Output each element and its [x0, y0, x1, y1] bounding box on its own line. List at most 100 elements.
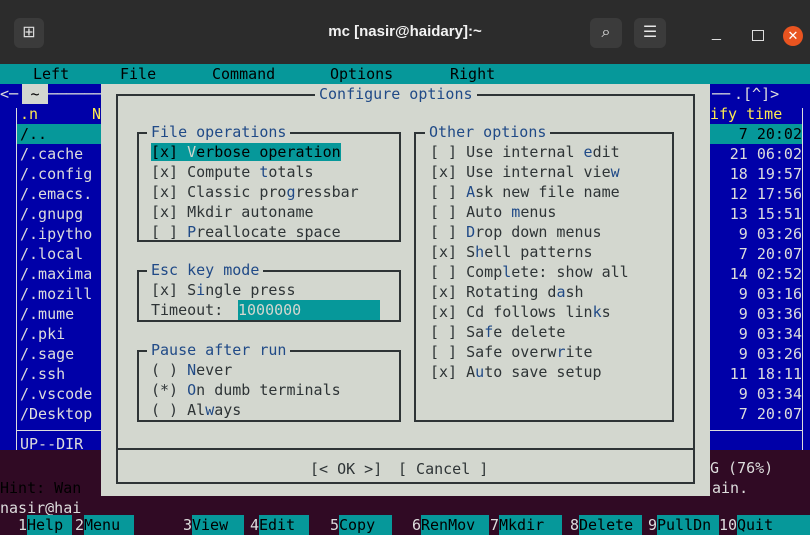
safe-overwrite-checkbox[interactable]: [ ] Safe overwrite — [430, 342, 593, 362]
list-item[interactable]: 7 20:07 — [739, 244, 802, 264]
cancel-button[interactable]: [ Cancel ] — [398, 459, 488, 479]
list-item[interactable]: /.cache — [20, 144, 83, 164]
fkey-view[interactable]: View — [192, 515, 244, 535]
list-item[interactable]: 9 03:26 — [739, 344, 802, 364]
fkey-copy[interactable]: Copy — [339, 515, 392, 535]
right-panel-corner[interactable]: .[^]> — [734, 84, 779, 104]
list-item[interactable]: 7 20:02 — [739, 124, 802, 144]
timeout-input[interactable]: 1000000 — [238, 300, 380, 320]
pause-never-radio[interactable]: ( ) Never — [151, 360, 232, 380]
pause-dumb-terminals-radio[interactable]: (*) On dumb terminals — [151, 380, 341, 400]
classic-progressbar-checkbox[interactable]: [x] Classic progressbar — [151, 182, 359, 202]
list-item[interactable]: /.sage — [20, 344, 74, 364]
compute-totals-checkbox[interactable]: [x] Compute totals — [151, 162, 314, 182]
configure-options-dialog: Configure options File operations [x] Ve… — [101, 84, 710, 496]
menu-right[interactable]: Right — [450, 64, 495, 84]
list-item[interactable]: 7 20:07 — [739, 404, 802, 424]
pause-always-radio[interactable]: ( ) Always — [151, 400, 241, 420]
minimize-button[interactable]: _ — [712, 24, 721, 41]
ok-button[interactable]: [< OK >] — [310, 459, 382, 479]
fkey-menu[interactable]: Menu — [84, 515, 134, 535]
fkey-8-number: 8 — [570, 515, 580, 535]
fkey-7-number: 7 — [490, 515, 500, 535]
auto-menus-checkbox[interactable]: [ ] Auto menus — [430, 202, 556, 222]
list-item[interactable]: 13 15:51 — [730, 204, 802, 224]
list-item[interactable]: 21 06:02 — [730, 144, 802, 164]
shell-patterns-checkbox[interactable]: [x] Shell patterns — [430, 242, 593, 262]
dialog-separator — [116, 448, 695, 450]
fkey-quit[interactable]: Quit — [737, 515, 810, 535]
list-item[interactable]: /.mozill — [20, 284, 92, 304]
list-item[interactable]: /.ssh — [20, 364, 65, 384]
list-item[interactable]: /.ipytho — [20, 224, 92, 244]
preallocate-space-checkbox[interactable]: [ ] Preallocate space — [151, 222, 341, 242]
close-button[interactable]: ✕ — [783, 26, 803, 46]
menu-command[interactable]: Command — [212, 64, 275, 84]
close-icon: ✕ — [787, 28, 799, 43]
list-item[interactable]: /.. — [20, 124, 47, 144]
rotating-dash-checkbox[interactable]: [x] Rotating dash — [430, 282, 584, 302]
fkey-renmov[interactable]: RenMov — [421, 515, 489, 535]
list-item[interactable]: /.config — [20, 164, 92, 184]
mkdir-autoname-checkbox[interactable]: [x] Mkdir autoname — [151, 202, 314, 222]
ask-new-file-name-checkbox[interactable]: [ ] Ask new file name — [430, 182, 620, 202]
right-panel-status: G (76%) — [710, 459, 774, 477]
window-title: mc [nasir@haidary]:~ — [328, 23, 482, 40]
list-item[interactable]: /.emacs. — [20, 184, 92, 204]
cd-follows-links-checkbox[interactable]: [x] Cd follows links — [430, 302, 611, 322]
fkey-edit[interactable]: Edit — [259, 515, 309, 535]
list-item[interactable]: 9 03:16 — [739, 284, 802, 304]
list-item[interactable]: 9 03:34 — [739, 384, 802, 404]
minimize-icon: _ — [712, 24, 721, 41]
complete-show-all-checkbox[interactable]: [ ] Complete: show all — [430, 262, 629, 282]
fkey-1-number: 1 — [18, 515, 28, 535]
hamburger-icon: ☰ — [642, 24, 658, 41]
left-panel[interactable]: <─ ~ ────── .n N /.. /.cache /.config /.… — [0, 84, 102, 453]
list-item[interactable]: 18 19:57 — [730, 164, 802, 184]
other-options-title: Other options — [425, 122, 551, 142]
fkey-6-number: 6 — [412, 515, 422, 535]
list-item[interactable]: 12 17:56 — [730, 184, 802, 204]
list-item[interactable]: 14 02:52 — [730, 264, 802, 284]
menu-options[interactable]: Options — [330, 64, 393, 84]
menu-file[interactable]: File — [120, 64, 156, 84]
search-button[interactable]: ⌕ — [590, 18, 622, 48]
fkey-pulldn[interactable]: PullDn — [657, 515, 719, 535]
list-item[interactable]: 9 03:36 — [739, 304, 802, 324]
maximize-button[interactable] — [752, 30, 764, 41]
fkey-mkdir[interactable]: Mkdir — [499, 515, 562, 535]
list-item[interactable]: /.maxima — [20, 264, 92, 284]
menu-button[interactable]: ☰ — [634, 18, 666, 48]
fkey-help[interactable]: Help — [27, 515, 72, 535]
left-panel-status: UP--DIR — [20, 435, 84, 453]
fkey-3-number: 3 — [183, 515, 193, 535]
list-item[interactable]: /.pki — [20, 324, 65, 344]
list-item[interactable]: /Desktop — [20, 404, 92, 424]
single-press-checkbox[interactable]: [x] Single press — [151, 280, 296, 300]
mc-menubar: Left File Command Options Right — [0, 64, 810, 84]
drop-down-menus-checkbox[interactable]: [ ] Drop down menus — [430, 222, 602, 242]
list-item[interactable]: /.gnupg — [20, 204, 83, 224]
hint-line: Hint: Wan — [0, 479, 82, 497]
fkey-5-number: 5 — [330, 515, 340, 535]
fkey-2-number: 2 — [75, 515, 85, 535]
hint-line-right: ain. — [712, 479, 749, 497]
use-internal-edit-checkbox[interactable]: [ ] Use internal edit — [430, 142, 620, 162]
list-item[interactable]: /.vscode — [20, 384, 92, 404]
fkey-delete[interactable]: Delete — [579, 515, 642, 535]
auto-save-setup-checkbox[interactable]: [x] Auto save setup — [430, 362, 602, 382]
search-icon: ⌕ — [601, 24, 611, 41]
list-item[interactable]: /.local — [20, 244, 83, 264]
list-item[interactable]: /.mume — [20, 304, 74, 324]
list-item[interactable]: 9 03:26 — [739, 224, 802, 244]
list-item[interactable]: 9 03:34 — [739, 324, 802, 344]
right-panel[interactable]: ── .[^]> ify time 7 20:02 21 06:02 18 19… — [710, 84, 810, 450]
function-key-bar: 1 Help 2 Menu 3 View 4 Edit 5 Copy 6 Ren… — [0, 515, 810, 535]
esc-key-mode-title: Esc key mode — [147, 260, 264, 280]
safe-delete-checkbox[interactable]: [ ] Safe delete — [430, 322, 565, 342]
verbose-operation-checkbox[interactable]: [x] Verbose operation — [151, 142, 341, 162]
use-internal-view-checkbox[interactable]: [x] Use internal view — [430, 162, 620, 182]
menu-left[interactable]: Left — [33, 64, 69, 84]
list-item[interactable]: 11 18:11 — [730, 364, 802, 384]
left-panel-path[interactable]: ~ — [22, 84, 48, 104]
